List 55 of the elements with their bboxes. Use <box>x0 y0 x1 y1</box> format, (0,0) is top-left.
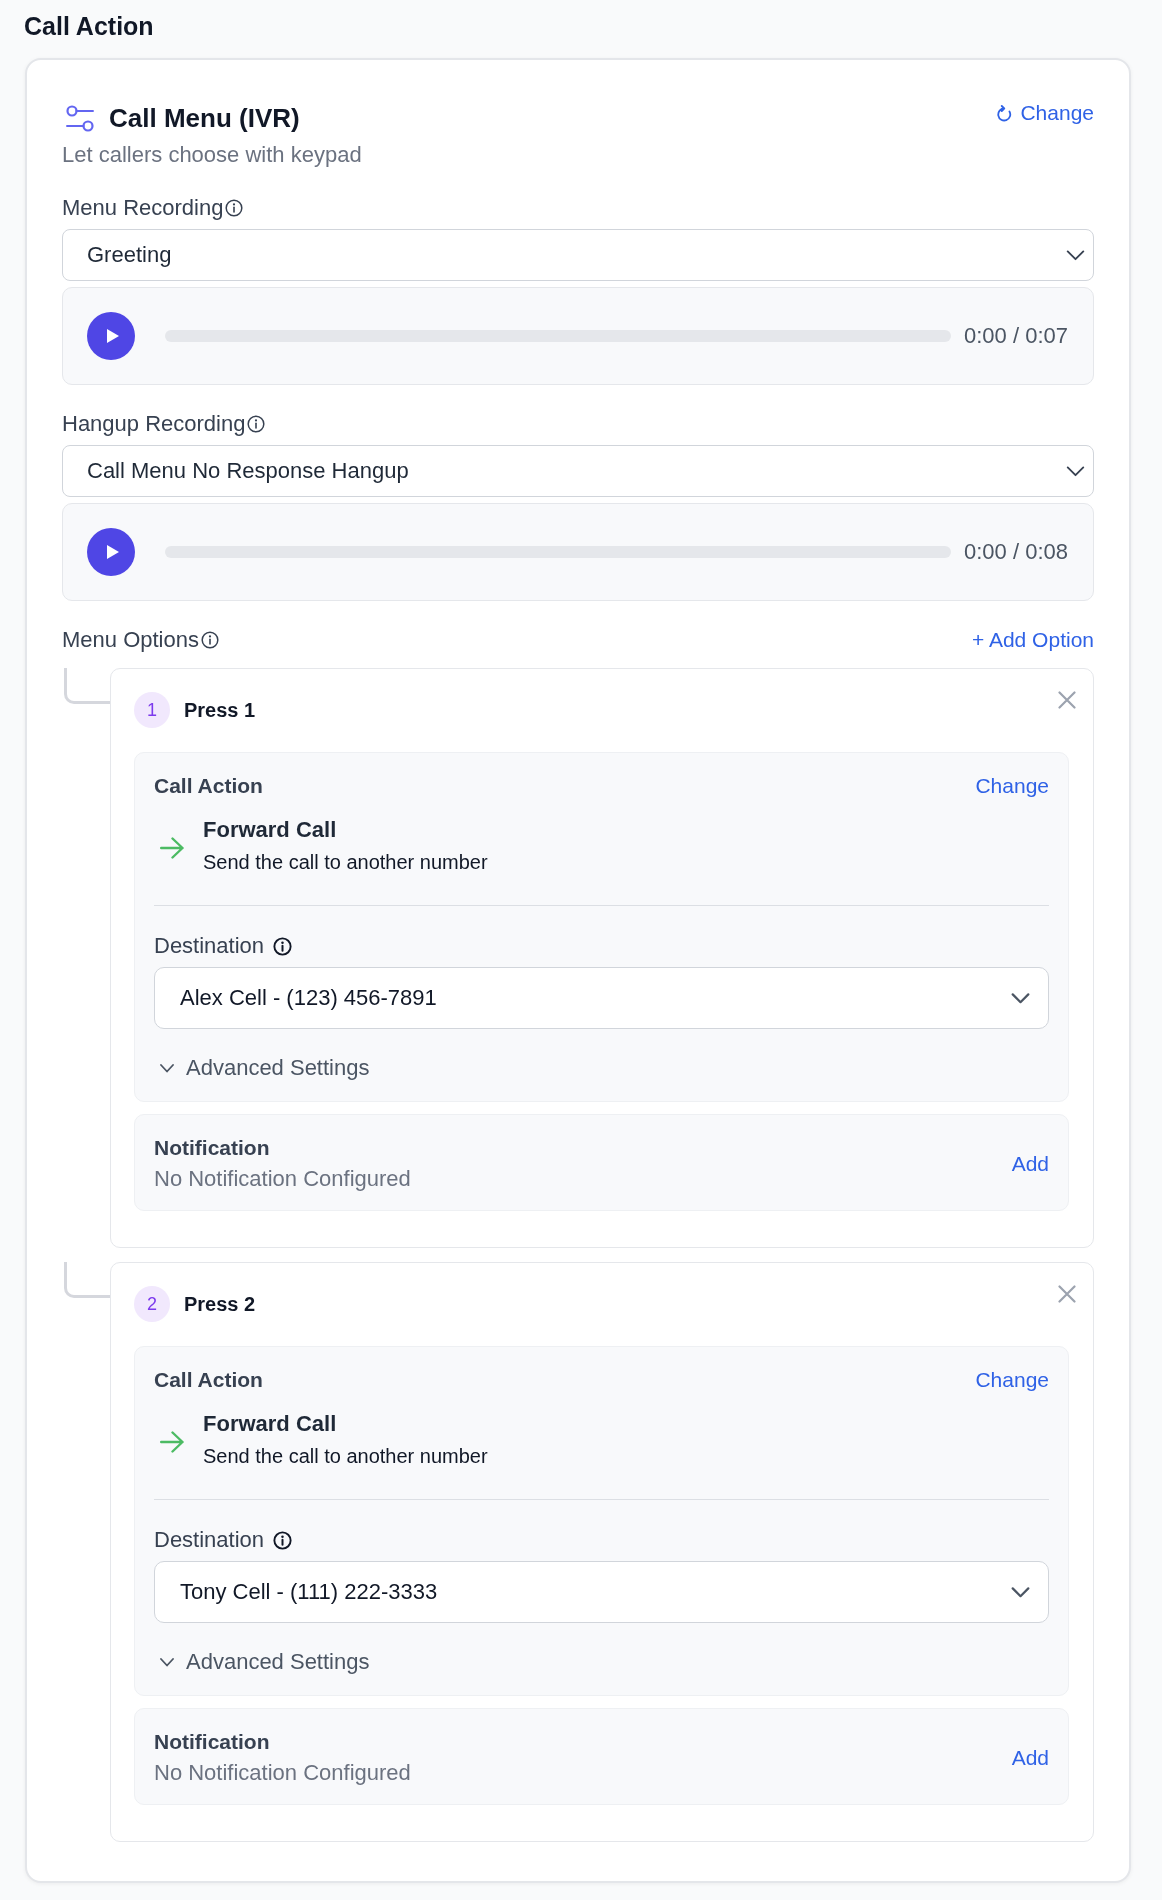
change-link[interactable]: Change <box>975 773 1049 799</box>
notification-status: No Notification Configured <box>154 1760 411 1786</box>
sliders-icon <box>66 104 94 132</box>
time-readout: 0:00 / 0:08 <box>964 539 1068 565</box>
page-title: Call Action <box>24 11 155 41</box>
recording-select[interactable]: Call Menu No Response Hangup <box>62 445 1094 497</box>
recording-select[interactable]: Greeting <box>62 229 1094 281</box>
advanced-settings-toggle[interactable]: Advanced Settings <box>154 1649 370 1675</box>
action-description: Send the call to another number <box>203 850 488 874</box>
change-link[interactable]: Change <box>975 1367 1049 1393</box>
action-subtitle: Let callers choose with keypad <box>62 142 362 168</box>
advanced-settings-toggle[interactable]: Advanced Settings <box>154 1055 370 1081</box>
panel-heading: Call Action <box>154 773 263 799</box>
chevron-down-icon <box>160 1063 174 1073</box>
arrow-right-icon <box>160 836 184 859</box>
play-button[interactable] <box>87 312 135 360</box>
panel-heading: Notification <box>154 1135 271 1161</box>
chevron-down-icon <box>1011 992 1030 1004</box>
chevron-down-icon <box>160 1657 174 1667</box>
time-readout: 0:00 / 0:07 <box>964 323 1068 349</box>
option-title: Press 2 <box>184 1292 256 1316</box>
field-label: Menu Options <box>62 627 199 653</box>
field-label: Hangup Recording <box>62 411 246 437</box>
action-name: Forward Call <box>203 817 338 843</box>
chevron-down-icon <box>1066 249 1085 261</box>
field-label: Destination <box>154 1527 265 1553</box>
add-notification-link[interactable]: Add <box>1011 1150 1049 1177</box>
key-badge: 2 <box>134 1286 170 1322</box>
chevron-down-icon <box>1011 1586 1030 1598</box>
info-icon[interactable] <box>225 199 244 217</box>
info-icon[interactable] <box>273 936 293 956</box>
arrow-right-icon <box>160 1430 184 1453</box>
key-badge: 1 <box>134 692 170 728</box>
action-name: Forward Call <box>203 1411 338 1437</box>
change-link[interactable]: Change <box>997 100 1094 126</box>
info-icon[interactable] <box>200 631 219 649</box>
destination-select[interactable]: Tony Cell - (111) 222-3333 <box>154 1561 1049 1623</box>
destination-select[interactable]: Alex Cell - (123) 456-7891 <box>154 967 1049 1029</box>
panel-heading: Notification <box>154 1729 271 1755</box>
field-label: Menu Recording <box>62 195 224 221</box>
info-icon[interactable] <box>247 415 266 433</box>
play-icon <box>106 329 119 343</box>
refresh-icon <box>997 104 1013 122</box>
option-title: Press 1 <box>184 698 256 722</box>
notification-status: No Notification Configured <box>154 1166 411 1192</box>
action-title: Call Menu (IVR) <box>109 103 300 133</box>
add-notification-link[interactable]: Add <box>1011 1744 1049 1771</box>
info-icon[interactable] <box>273 1530 293 1550</box>
action-description: Send the call to another number <box>203 1444 488 1468</box>
play-button[interactable] <box>87 528 135 576</box>
add-option-link[interactable]: + Add Option <box>972 627 1094 653</box>
field-label: Destination <box>154 933 265 959</box>
panel-heading: Call Action <box>154 1367 263 1393</box>
play-icon <box>106 545 119 559</box>
chevron-down-icon <box>1066 465 1085 477</box>
